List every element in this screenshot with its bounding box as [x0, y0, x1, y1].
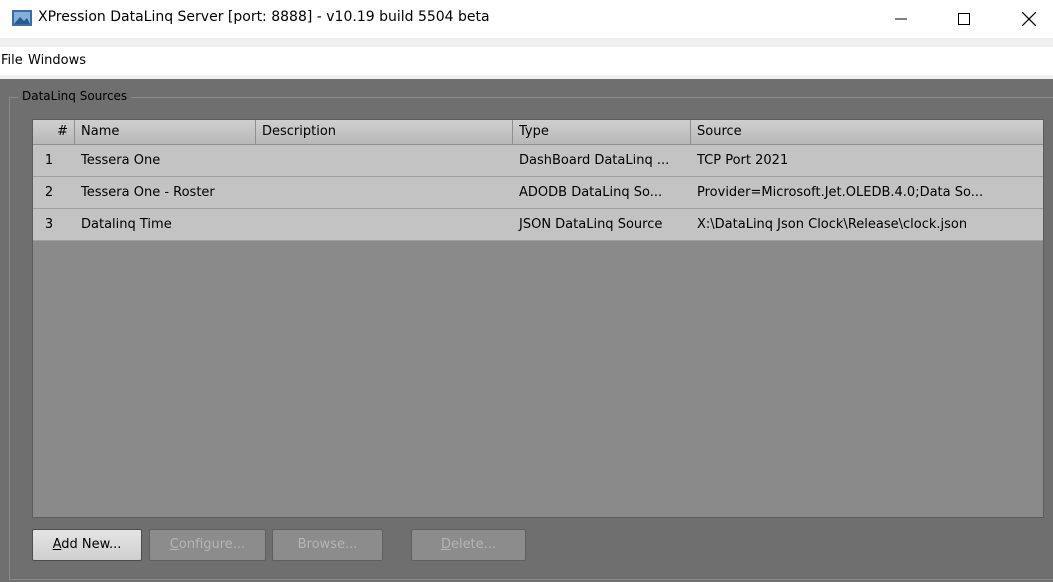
window-title: XPression DataLinq Server [port: 8888] -… — [38, 9, 490, 25]
close-button[interactable] — [1006, 0, 1052, 38]
delete-button[interactable]: Delete... — [411, 529, 526, 561]
row-description — [256, 209, 513, 240]
row-number: 1 — [44, 153, 54, 168]
browse-label: Browse... — [297, 537, 358, 552]
minimize-button[interactable] — [878, 0, 924, 38]
table-row[interactable]: 2 Tessera One - Roster ADODB DataLinq So… — [33, 177, 1043, 209]
row-source: Provider=Microsoft.Jet.OLEDB.4.0;Data So… — [697, 185, 984, 200]
browse-button[interactable]: Browse... — [272, 529, 383, 561]
configure-label: onfigure... — [178, 537, 246, 552]
maximize-button[interactable] — [941, 0, 987, 38]
table-row[interactable]: 1 Tessera One DashBoard DataLinq ... TCP… — [33, 145, 1043, 177]
minimize-icon — [895, 18, 907, 20]
row-type: DashBoard DataLinq ... — [519, 153, 670, 168]
row-description — [256, 145, 513, 176]
configure-access-key: C — [169, 537, 179, 552]
row-source: TCP Port 2021 — [697, 153, 789, 168]
add-new-access-key: A — [52, 537, 62, 552]
row-number: 3 — [44, 217, 54, 232]
row-type: ADODB DataLinq So... — [519, 185, 663, 200]
delete-access-key: D — [440, 537, 451, 552]
close-icon — [1022, 12, 1036, 26]
column-header-number[interactable]: # — [33, 120, 75, 144]
add-new-label: dd New... — [61, 537, 122, 552]
maximize-icon — [958, 13, 970, 25]
delete-label: elete... — [450, 537, 497, 552]
menu-file[interactable]: File — [1, 53, 23, 68]
table-header: # Name Description Type Source — [33, 120, 1043, 145]
group-title: DataLinq Sources — [18, 89, 132, 103]
configure-button[interactable]: Configure... — [149, 529, 266, 561]
column-header-name[interactable]: Name — [75, 120, 256, 144]
row-number: 2 — [44, 185, 54, 200]
row-type: JSON DataLinq Source — [519, 217, 663, 232]
app-icon — [12, 10, 32, 26]
sources-table[interactable]: # Name Description Type Source 1 Tessera… — [32, 119, 1044, 518]
row-name: Tessera One — [81, 153, 161, 168]
column-header-source[interactable]: Source — [691, 120, 1043, 144]
column-header-type[interactable]: Type — [513, 120, 691, 144]
row-name: Datalinq Time — [81, 217, 172, 232]
menu-windows[interactable]: Windows — [28, 53, 86, 68]
menu-bar: File Windows — [0, 47, 1053, 75]
row-source: X:\DataLinq Json Clock\Release\clock.jso… — [697, 217, 968, 232]
row-description — [256, 177, 513, 208]
title-bar: XPression DataLinq Server [port: 8888] -… — [0, 0, 1053, 38]
add-new-button[interactable]: Add New... — [32, 529, 142, 561]
row-name: Tessera One - Roster — [81, 185, 215, 200]
table-row[interactable]: 3 Datalinq Time JSON DataLinq Source X:\… — [33, 209, 1043, 241]
column-header-description[interactable]: Description — [256, 120, 513, 144]
